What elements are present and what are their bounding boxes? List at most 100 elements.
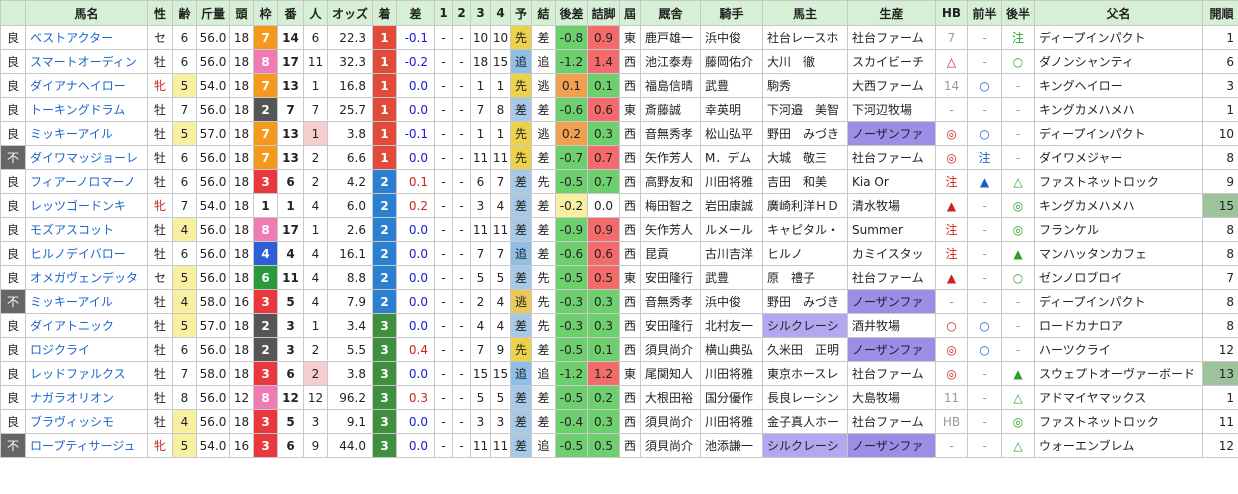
track-condition: 良 [0, 169, 26, 194]
open-order: 10 [1202, 121, 1238, 146]
header-corner-4[interactable]: 4 [490, 0, 511, 26]
horse-name-cell: フィアーノロマーノ [25, 169, 148, 194]
corner-2: - [452, 241, 471, 266]
odds: 32.3 [327, 49, 373, 74]
horse-name-link[interactable]: レッドファルクス [30, 367, 126, 381]
result-style: 差 [531, 145, 556, 170]
track-condition: 良 [0, 217, 26, 242]
horse-name-link[interactable]: モズアスコット [30, 223, 114, 237]
header-sire[interactable]: 父名 [1034, 0, 1203, 26]
horse-name-link[interactable]: ロープティサージュ [30, 439, 135, 453]
sex: 牡 [147, 121, 173, 146]
header-owner[interactable]: 馬主 [762, 0, 848, 26]
frame-number: 8 [253, 385, 278, 410]
hb-mark: 7 [935, 25, 968, 50]
header-weight[interactable]: 斤量 [196, 0, 230, 26]
trainer: 福島信晴 [640, 73, 701, 98]
header-corner-1[interactable]: 1 [434, 0, 453, 26]
header-popularity[interactable]: 人 [303, 0, 328, 26]
corner-3: 15 [470, 361, 491, 386]
late-diff: -0.3 [555, 313, 588, 338]
horse-name-link[interactable]: スマートオーディン [30, 55, 137, 69]
odds: 5.5 [327, 337, 373, 362]
sex: 牡 [147, 49, 173, 74]
header-breeder[interactable]: 生産 [847, 0, 936, 26]
horse-name-link[interactable]: トーキングドラム [30, 103, 125, 117]
header-odds[interactable]: オッズ [327, 0, 373, 26]
header-prediction[interactable]: 予 [510, 0, 532, 26]
table-row: 良レッドファルクス牡 7 58.0 18 3 6 2 3.8 3 0.0- -15 15 追追 -1.2 1… [0, 361, 1238, 386]
horse-name-link[interactable]: ダイワマッジョーレ [30, 151, 138, 165]
header-heads[interactable]: 頭 [229, 0, 254, 26]
corner-1: - [434, 241, 453, 266]
sire: アドマイヤマックス [1034, 385, 1203, 410]
front-half-mark: ○ [967, 313, 1002, 338]
horse-name-link[interactable]: ミッキーアイル [30, 127, 113, 141]
header-result[interactable]: 結 [531, 0, 556, 26]
back-half-mark: - [1001, 73, 1035, 98]
horse-name-link[interactable]: ナガラオリオン [30, 391, 114, 405]
breeder: スカイビーチ [847, 49, 936, 74]
closing-speed: 0.2 [587, 385, 620, 410]
corner-4: 5 [490, 265, 511, 290]
sire: ゼンノロブロイ [1034, 265, 1203, 290]
horse-name-link[interactable]: ベストアクター [30, 31, 113, 45]
header-area[interactable]: 屆 [619, 0, 641, 26]
closing-speed: 0.3 [587, 121, 620, 146]
header-back-half[interactable]: 後半 [1001, 0, 1035, 26]
breeder: ノーザンファ [847, 337, 936, 362]
horse-name-link[interactable]: ダイアナヘイロー [30, 79, 126, 93]
header-sex[interactable]: 性 [147, 0, 173, 26]
corner-4: 11 [490, 145, 511, 170]
popularity: 2 [303, 169, 328, 194]
sex: 牡 [147, 169, 173, 194]
odds: 4.2 [327, 169, 373, 194]
age: 6 [172, 169, 197, 194]
track-condition: 良 [0, 385, 26, 410]
jockey: 古川吉洋 [700, 241, 763, 266]
front-half-mark: - [967, 265, 1002, 290]
sex: 牡 [147, 217, 173, 242]
horse-name-link[interactable]: ヒルノデイバロー [30, 247, 126, 261]
corner-1: - [434, 409, 453, 434]
corner-2: - [452, 73, 471, 98]
training-area: 西 [619, 337, 641, 362]
horse-name-link[interactable]: オメガヴェンデッタ [30, 271, 138, 285]
horse-name-link[interactable]: フィアーノロマーノ [30, 175, 136, 189]
trainer: 尾関知人 [640, 361, 701, 386]
carried-weight: 54.0 [196, 433, 230, 458]
header-open-order[interactable]: 開順 [1202, 0, 1238, 26]
training-area: 西 [619, 241, 641, 266]
horse-name-link[interactable]: ダイアトニック [30, 319, 114, 333]
horse-name-link[interactable]: ミッキーアイル [30, 295, 113, 309]
header-margin[interactable]: 差 [396, 0, 435, 26]
header-corner-3[interactable]: 3 [470, 0, 491, 26]
header-jockey[interactable]: 騎手 [700, 0, 763, 26]
sex: 牡 [147, 409, 173, 434]
corner-1: - [434, 385, 453, 410]
header-front-half[interactable]: 前半 [967, 0, 1002, 26]
result-style: 差 [531, 25, 556, 50]
header-closing-speed[interactable]: 詰脚 [587, 0, 620, 26]
sire: ダイワメジャー [1034, 145, 1203, 170]
header-age[interactable]: 齢 [172, 0, 197, 26]
header-hb[interactable]: HB [935, 0, 968, 26]
horse-name-link[interactable]: ブラヴィッシモ [30, 415, 114, 429]
header-horse-name[interactable]: 馬名 [25, 0, 148, 26]
horse-name-link[interactable]: レッツゴードンキ [30, 199, 126, 213]
header-corner-2[interactable]: 2 [452, 0, 471, 26]
horse-number: 7 [277, 97, 304, 122]
header-frame[interactable]: 枠 [253, 0, 278, 26]
header-horse-number[interactable]: 番 [277, 0, 304, 26]
horse-name-link[interactable]: ロジクライ [30, 343, 90, 357]
corner-3: 11 [470, 145, 491, 170]
header-late-diff[interactable]: 後差 [555, 0, 588, 26]
header-trainer[interactable]: 厩舎 [640, 0, 701, 26]
corner-4: 7 [490, 241, 511, 266]
header-finish[interactable]: 着 [372, 0, 397, 26]
field-size: 18 [229, 49, 254, 74]
hb-mark: 11 [935, 385, 968, 410]
odds: 2.6 [327, 217, 373, 242]
back-half-mark: - [1001, 121, 1035, 146]
corner-2: - [452, 385, 471, 410]
